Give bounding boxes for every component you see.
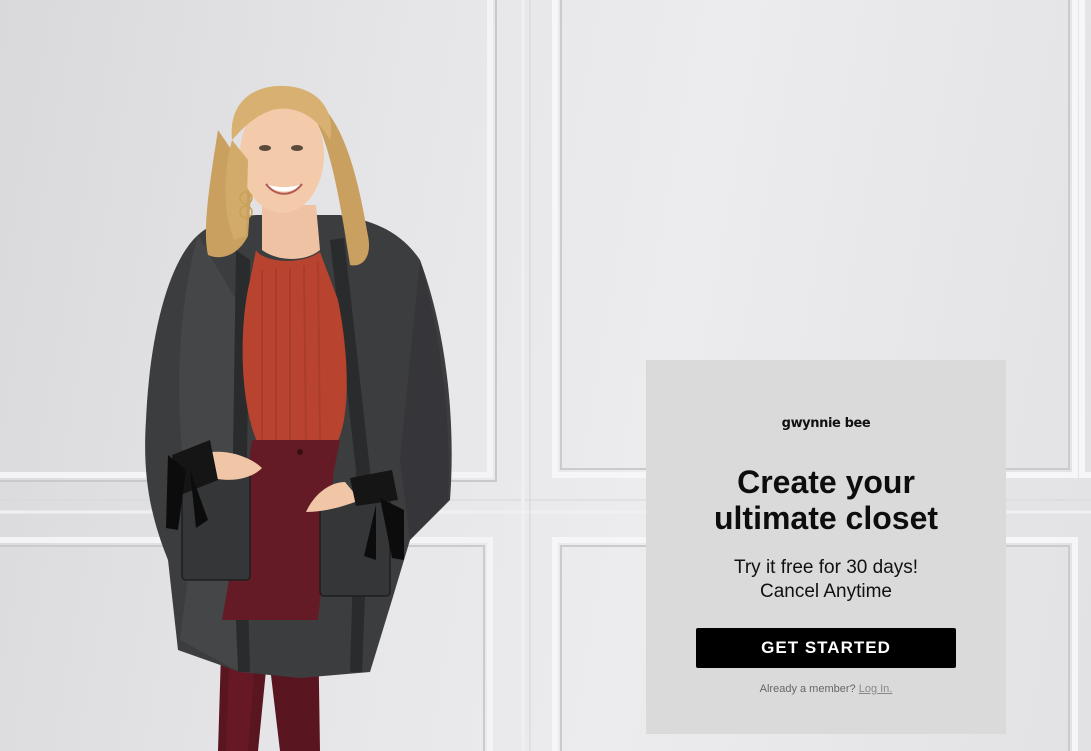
brand-logo[interactable]: gwynnie bee — [646, 416, 1006, 431]
headline-line-2: ultimate closet — [713, 500, 939, 536]
signup-card: gwynnie bee Create your ultimate closet … — [646, 360, 1006, 734]
member-prompt: Already a member? — [759, 683, 856, 695]
headline-line-1: Create your — [737, 464, 915, 500]
member-login-row: Already a member? Log In. — [646, 683, 1006, 695]
login-link[interactable]: Log In. — [859, 683, 893, 695]
subheadline: Try it free for 30 days! Cancel Anytime — [646, 556, 1006, 604]
model-figure — [145, 85, 452, 751]
cancel-anytime-text: Cancel Anytime — [759, 581, 892, 602]
headline: Create your ultimate closet — [646, 464, 1006, 536]
free-trial-text: Try it free for 30 days! — [733, 557, 919, 578]
get-started-button[interactable]: GET STARTED — [696, 628, 956, 668]
